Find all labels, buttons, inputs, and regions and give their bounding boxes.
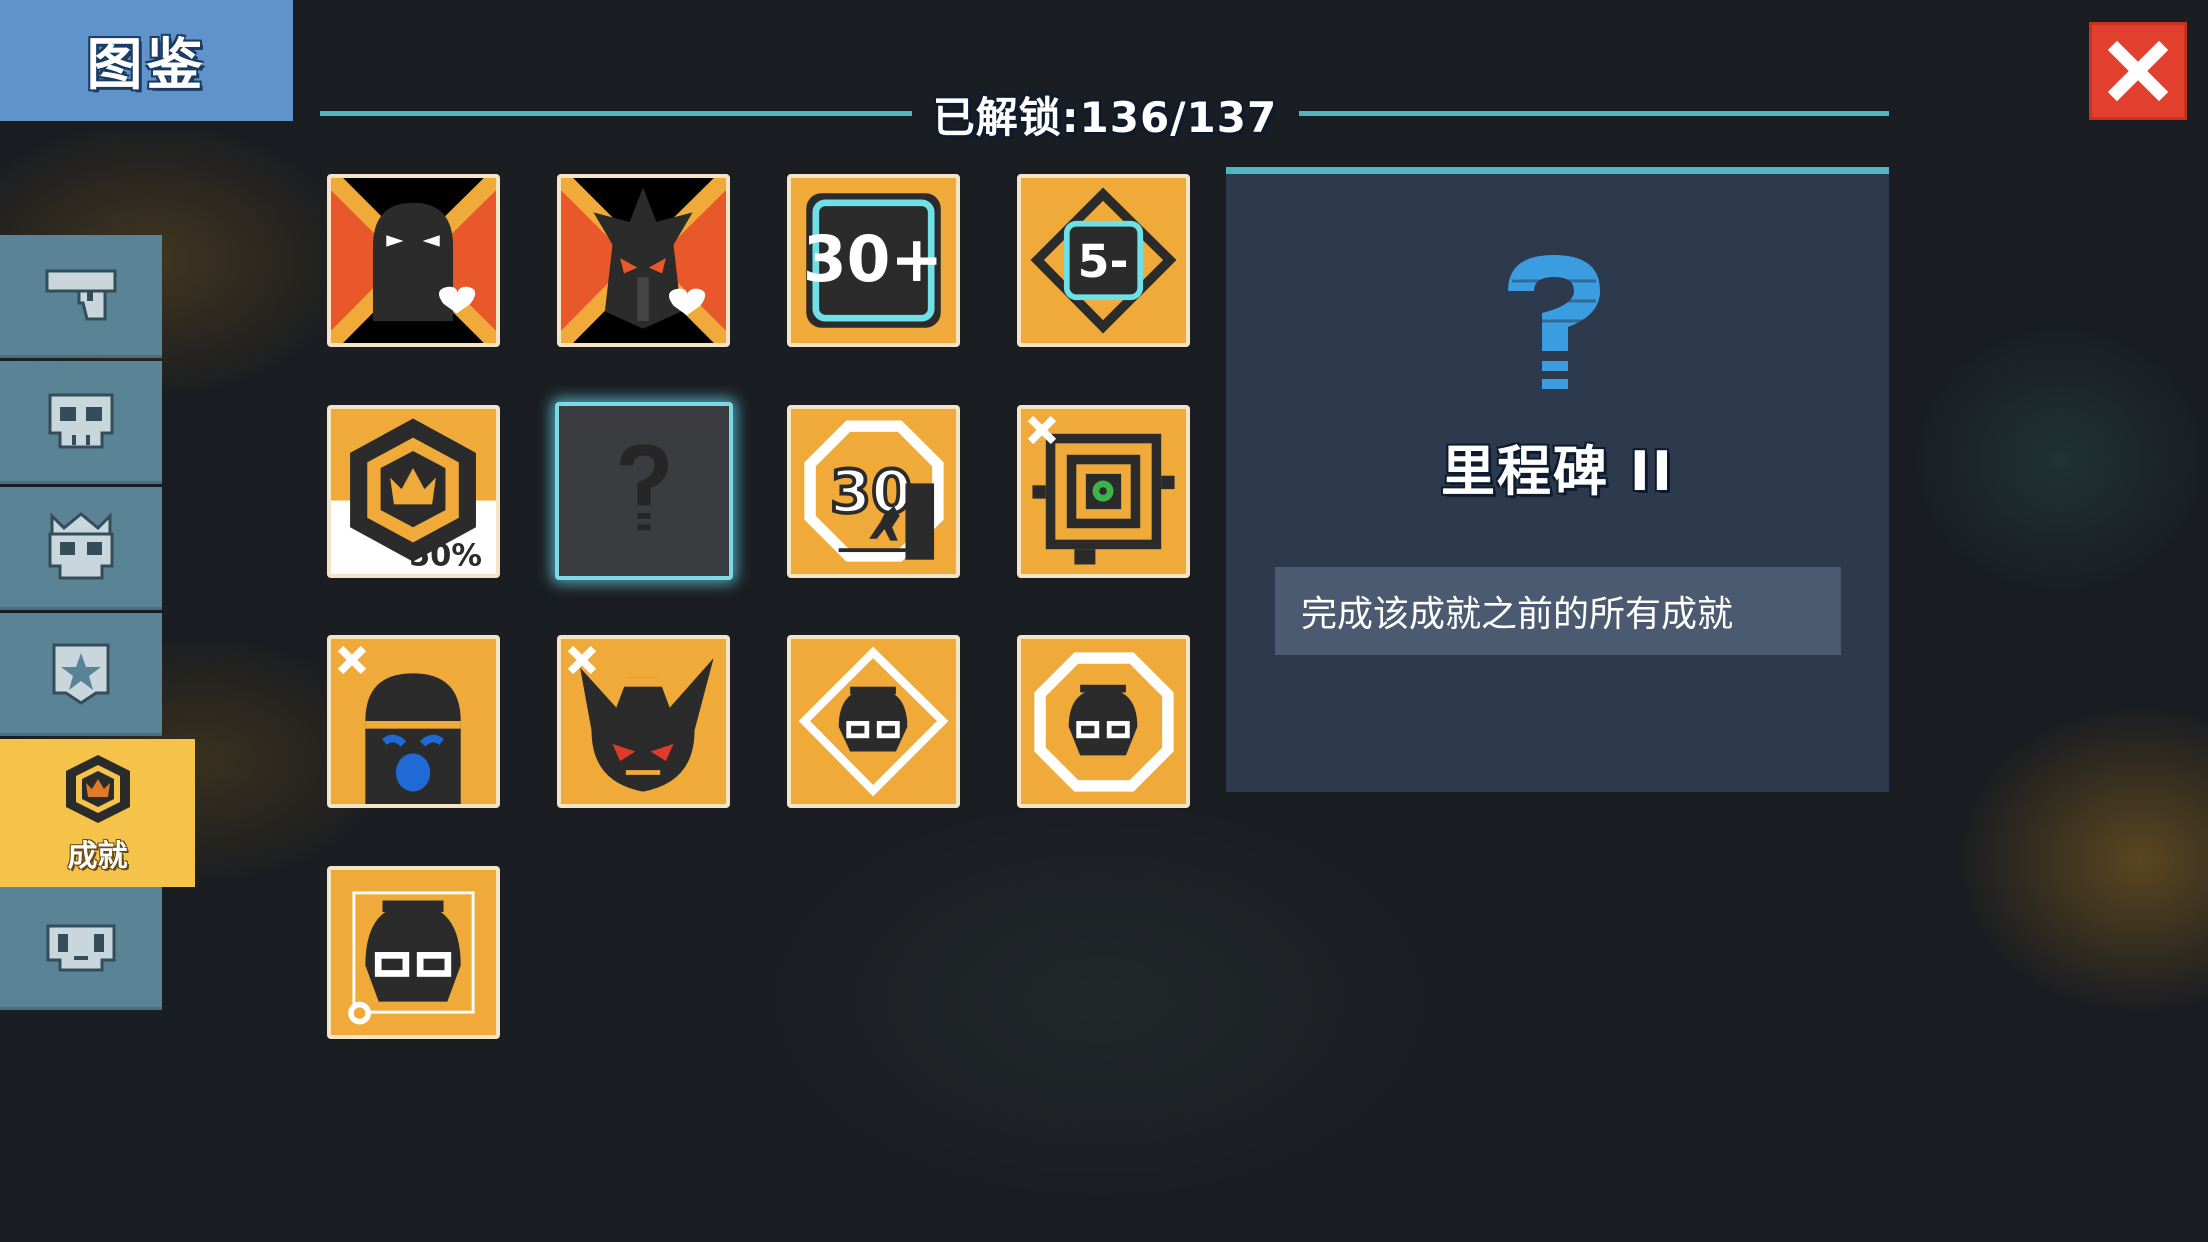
star-badge-icon [52,643,110,705]
5-minus-diamond-icon: 5- [1030,187,1177,334]
spiky-demon-icon [567,645,714,792]
achievement-tile[interactable]: 30+ [787,174,960,347]
question-mark-icon [1508,255,1600,389]
achievement-tile[interactable] [787,635,960,808]
achievement-text: 50% [409,538,482,573]
close-button[interactable] [2089,22,2187,120]
sidebar-tab-label: 成就 [67,839,128,874]
30-plus-icon: 30+ [803,193,943,328]
sidebar-tab-bosses[interactable] [0,487,162,610]
sidebar-tab-achievements[interactable]: 成就 [0,739,195,887]
header-divider-right [1299,111,1889,116]
achievement-tile[interactable]: 30 [787,405,960,578]
achievement-tile[interactable] [327,174,500,347]
sidebar-tab-skills[interactable] [0,613,162,736]
close-icon [2107,40,2169,102]
header-divider-left [320,111,912,116]
hooded-ninja-heart-icon [331,178,496,343]
achievement-tile[interactable]: 50% [327,405,500,578]
face-icon [46,924,116,972]
question-mark-icon [620,444,668,531]
achievement-description: 完成该成就之前的所有成就 [1301,594,1734,635]
achievement-tile[interactable] [1017,405,1190,578]
achievement-text: 30 [830,457,912,526]
achievement-tile[interactable] [557,635,730,808]
achievement-detail-panel: 里程碑 II 完成该成就之前的所有成就 [1226,167,1889,792]
target-chip-icon [1027,415,1175,565]
achievement-tile[interactable] [1017,635,1190,808]
sidebar-tab-enemies[interactable] [0,361,162,484]
sidebar-tab-characters[interactable] [0,887,162,1010]
achievement-tile-selected[interactable] [555,402,733,580]
codex-title-tab: 图鉴 [0,0,293,121]
page-title: 图鉴 [86,33,207,98]
crown-hexagon-icon [65,755,130,823]
achievement-tile[interactable]: 5- [1017,174,1190,347]
skull-icon [48,393,114,449]
sidebar-tab-weapons[interactable] [0,235,162,358]
horned-demon-heart-icon [561,178,726,343]
unlocked-count: 已解锁:136/137 [932,93,1278,142]
goggles-octagon-icon [1034,652,1174,792]
achievement-tile[interactable] [557,174,730,347]
achievement-text: 30+ [803,223,943,296]
achievement-text: 5- [1078,235,1129,288]
achievement-name: 里程碑 II [1441,440,1674,503]
goggles-diamond-icon [798,646,949,797]
achievement-tile[interactable] [327,866,500,1039]
pistol-icon [45,269,117,321]
achievement-description-box: 完成该成就之前的所有成就 [1275,567,1841,655]
achievement-tile[interactable] [327,635,500,808]
crying-helmet-icon [337,645,461,804]
goggles-square-icon [348,891,475,1025]
crowned-skull-icon [48,512,114,580]
crown-hexagon-50-icon: 50% [331,418,496,574]
30-octagon-runner-icon: 30 [804,420,944,562]
